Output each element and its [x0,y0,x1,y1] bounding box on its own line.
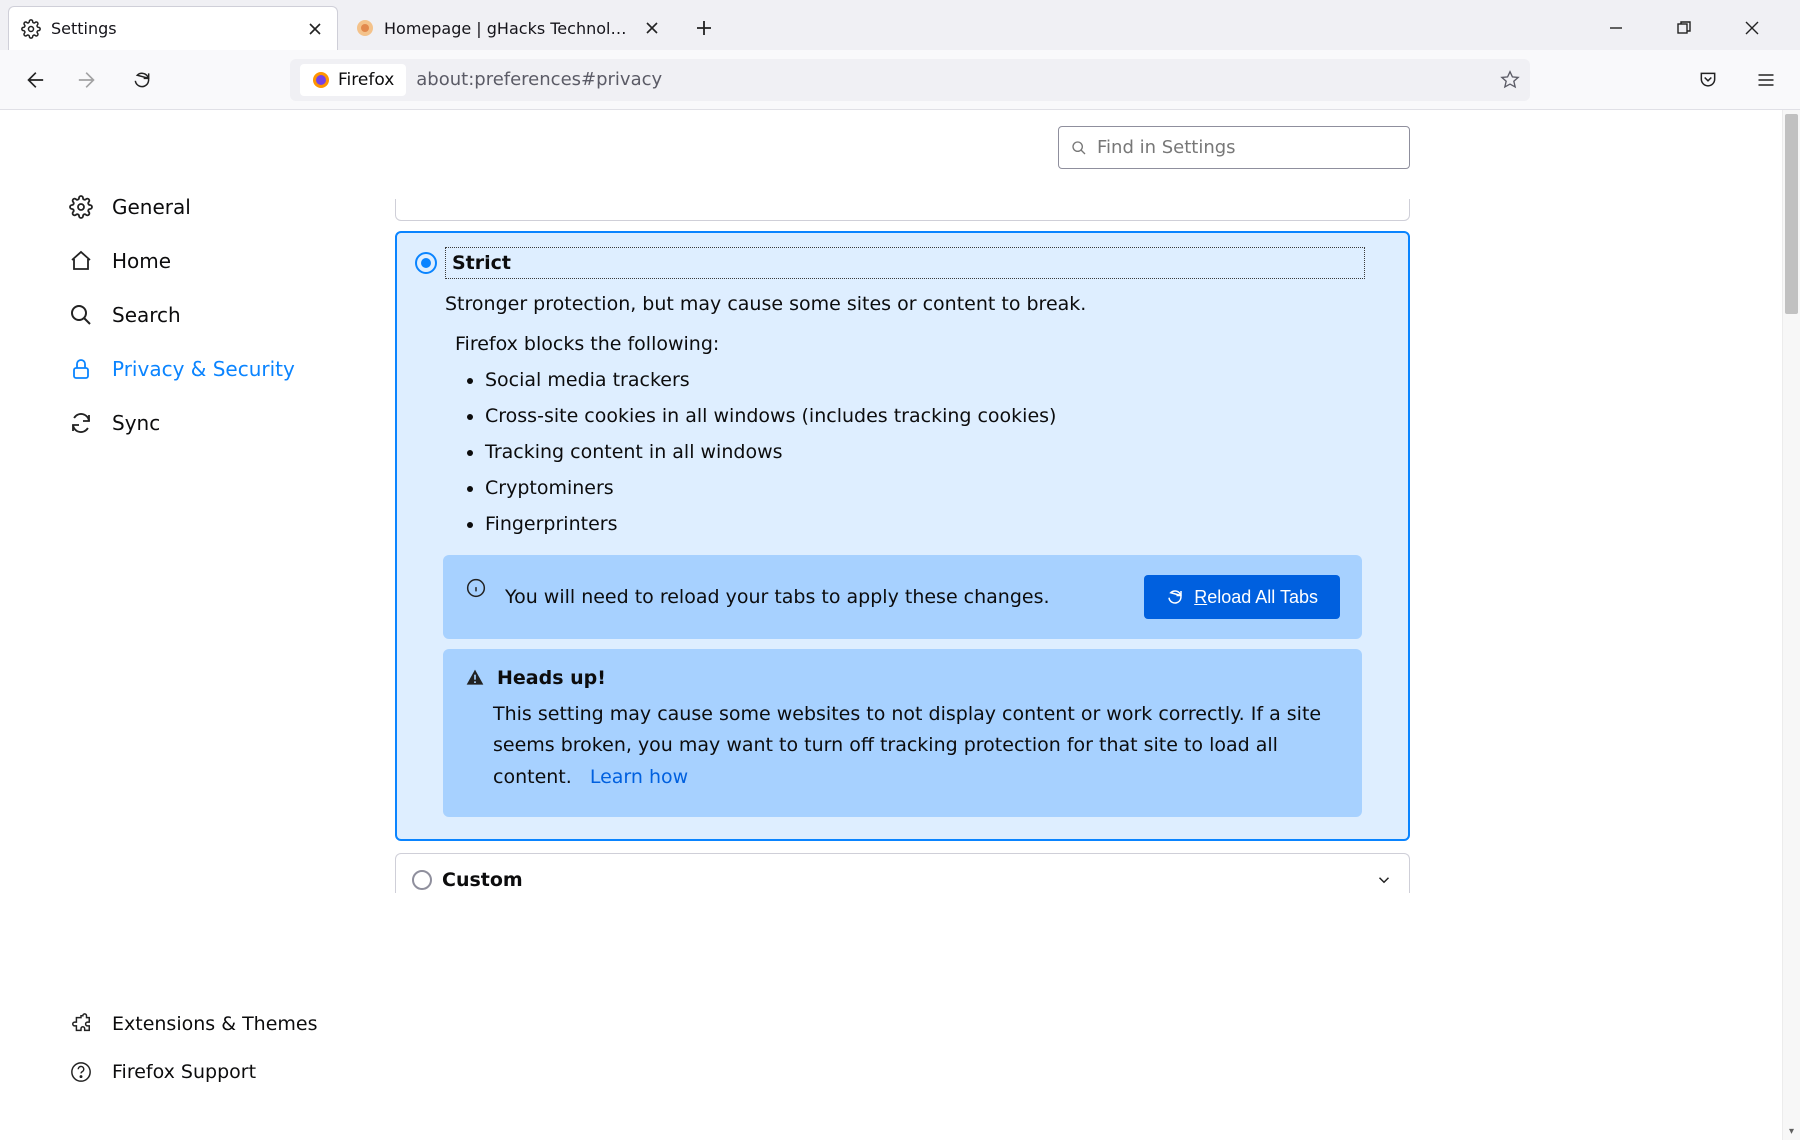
search-icon [1071,140,1087,156]
new-tab-button[interactable] [686,10,722,46]
window-controls [1596,8,1792,48]
strict-radio[interactable] [415,252,437,274]
gear-icon [21,19,41,39]
reload-info-text: You will need to reload your tabs to app… [505,581,1126,613]
sidebar-item-label: Privacy & Security [112,357,295,381]
tab-ghacks[interactable]: Homepage | gHacks Technology [344,6,674,50]
reload-icon [1166,588,1184,606]
warning-icon [465,668,485,688]
scroll-thumb[interactable] [1785,114,1798,314]
custom-radio[interactable] [412,870,432,890]
sidebar-item-search[interactable]: Search [64,288,395,342]
app-menu-icon[interactable] [1750,64,1782,96]
firefox-logo-icon [312,71,330,89]
reload-info-box: You will need to reload your tabs to app… [443,555,1362,639]
sidebar-item-label: General [112,195,191,219]
tab-settings[interactable]: Settings [8,6,338,50]
tab-title: Settings [51,19,295,38]
bookmark-star-icon[interactable] [1500,70,1520,90]
minimize-button[interactable] [1596,8,1636,48]
settings-sidebar: General Home Search Privacy & Security S… [0,110,395,1140]
sidebar-item-extensions[interactable]: Extensions & Themes [64,1000,395,1048]
previous-option-fragment [395,199,1410,221]
scroll-down-icon[interactable]: ▾ [1783,1122,1800,1140]
sidebar-item-label: Firefox Support [112,1061,256,1083]
sync-icon [68,410,94,436]
tab-strip: Settings Homepage | gHacks Technology [0,0,1800,50]
strict-description: Stronger protection, but may cause some … [445,293,1390,315]
lock-icon [68,356,94,382]
search-icon [68,302,94,328]
close-window-button[interactable] [1732,8,1772,48]
identity-label: Firefox [338,70,394,90]
strict-title: Strict [445,247,1365,279]
settings-search-input[interactable]: Find in Settings [1058,126,1410,169]
list-item: Cross-site cookies in all windows (inclu… [485,405,1390,427]
url-bar[interactable]: Firefox about:preferences#privacy [290,59,1530,101]
reload-all-tabs-button[interactable]: Reload All Tabs [1144,575,1340,619]
tab-title: Homepage | gHacks Technology [384,19,632,38]
list-item: Tracking content in all windows [485,441,1390,463]
url-text: about:preferences#privacy [416,69,662,90]
back-button[interactable] [18,64,50,96]
custom-protection-card[interactable]: Custom [395,853,1410,893]
sidebar-item-sync[interactable]: Sync [64,396,395,450]
forward-button[interactable] [72,64,104,96]
sidebar-item-general[interactable]: General [64,180,395,234]
close-icon[interactable] [305,19,325,39]
sidebar-item-privacy[interactable]: Privacy & Security [64,342,395,396]
chevron-down-icon [1375,871,1393,889]
heads-up-body: This setting may cause some websites to … [493,699,1340,793]
custom-title: Custom [442,869,523,891]
blocks-list: Social media trackers Cross-site cookies… [485,369,1390,535]
maximize-button[interactable] [1664,8,1704,48]
settings-main: Find in Settings Strict Stronger protect… [395,110,1410,1140]
site-favicon-icon [356,19,374,37]
help-icon [68,1059,94,1085]
heads-up-box: Heads up! This setting may cause some we… [443,649,1362,817]
sidebar-item-label: Search [112,303,181,327]
identity-box[interactable]: Firefox [300,64,406,96]
sidebar-item-label: Home [112,249,171,273]
pocket-icon[interactable] [1692,64,1724,96]
list-item: Fingerprinters [485,513,1390,535]
sidebar-item-support[interactable]: Firefox Support [64,1048,395,1096]
sidebar-item-label: Sync [112,411,160,435]
list-item: Cryptominers [485,477,1390,499]
reload-button[interactable] [126,64,158,96]
blocks-heading: Firefox blocks the following: [455,333,1390,355]
close-icon[interactable] [642,18,662,38]
heads-up-title: Heads up! [497,667,606,689]
gear-icon [68,194,94,220]
vertical-scrollbar[interactable]: ▴ ▾ [1782,110,1800,1140]
sidebar-item-home[interactable]: Home [64,234,395,288]
home-icon [68,248,94,274]
info-icon [465,577,487,599]
reload-button-label: Reload All Tabs [1194,587,1318,608]
search-placeholder: Find in Settings [1097,137,1236,158]
learn-how-link[interactable]: Learn how [590,766,688,788]
settings-content: General Home Search Privacy & Security S… [0,110,1800,1140]
strict-protection-card: Strict Stronger protection, but may caus… [395,231,1410,841]
list-item: Social media trackers [485,369,1390,391]
nav-toolbar: Firefox about:preferences#privacy [0,50,1800,110]
puzzle-icon [68,1011,94,1037]
sidebar-item-label: Extensions & Themes [112,1013,318,1035]
